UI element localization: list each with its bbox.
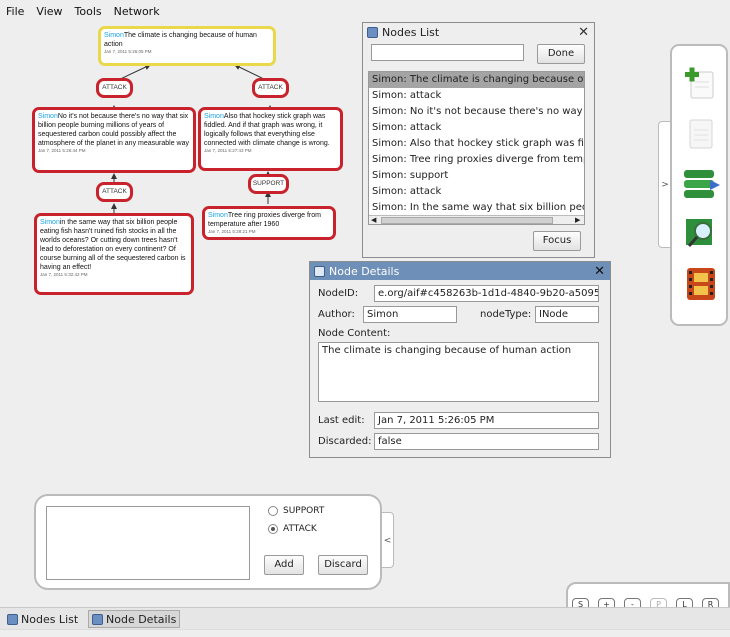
document-icon[interactable] <box>683 116 719 152</box>
menu-tools[interactable]: Tools <box>75 5 102 18</box>
list-item[interactable]: Simon: Also that hockey stick graph was … <box>369 136 584 152</box>
nodetype-label: nodeType: <box>480 309 532 320</box>
discarded-label: Discarded: <box>318 436 372 447</box>
window-title: Node Details <box>329 264 400 278</box>
horizontal-scrollbar[interactable]: ◀ ▶ <box>369 215 584 224</box>
node-content-label: Node Content: <box>318 328 391 339</box>
film-icon[interactable] <box>683 266 719 302</box>
radio-checked-icon[interactable] <box>268 524 278 534</box>
close-icon[interactable]: ✕ <box>594 264 605 279</box>
node-content-textarea[interactable]: The climate is changing because of human… <box>318 342 599 402</box>
list-item[interactable]: Simon: attack <box>369 184 584 200</box>
tool-panel <box>670 44 728 326</box>
scheme-node[interactable]: SUPPORT <box>248 174 289 194</box>
list-item[interactable]: Simon: support <box>369 168 584 184</box>
nodes-list-window: Nodes List ✕ Done Simon: The climate is … <box>362 22 595 258</box>
node-details-titlebar[interactable]: Node Details ✕ <box>310 262 610 280</box>
author-label: Author: <box>318 309 355 320</box>
nodeid-field[interactable]: e.org/aif#c458263b-1d1d-4840-9b20-a50954… <box>374 285 599 302</box>
scheme-node[interactable]: ATTACK <box>96 78 133 98</box>
last-edit-label: Last edit: <box>318 415 365 426</box>
last-edit-field[interactable]: Jan 7, 2011 5:26:05 PM <box>374 412 599 429</box>
list-item[interactable]: Simon: The climate is changing because o… <box>369 72 584 88</box>
list-item[interactable]: Simon: In the same way that six billion … <box>369 200 584 216</box>
radio-unchecked-icon[interactable] <box>268 506 278 516</box>
taskbar-node-details[interactable]: Node Details <box>88 610 181 628</box>
frame-taskbar: Nodes List Node Details <box>0 607 730 629</box>
scheme-node[interactable]: ATTACK <box>252 78 289 98</box>
menu-network[interactable]: Network <box>114 5 160 18</box>
menu-file[interactable]: File <box>6 5 24 18</box>
list-item[interactable]: Simon: No it's not because there's no wa… <box>369 104 584 120</box>
window-icon <box>367 26 378 38</box>
add-button[interactable]: Add <box>264 555 304 575</box>
nodeid-label: NodeID: <box>318 288 359 299</box>
window-icon <box>7 613 18 625</box>
window-title: Nodes List <box>382 25 440 39</box>
status-bar <box>0 629 730 637</box>
add-node-icon[interactable] <box>683 66 719 102</box>
discard-button[interactable]: Discard <box>318 555 368 575</box>
list-item[interactable]: Simon: attack <box>369 120 584 136</box>
scroll-right-icon[interactable]: ▶ <box>575 216 580 224</box>
support-radio[interactable]: SUPPORT <box>268 506 324 516</box>
nodes-listbox[interactable]: Simon: The climate is changing because o… <box>368 71 585 225</box>
nodes-list-titlebar[interactable]: Nodes List ✕ <box>363 23 594 41</box>
scrollbar-thumb[interactable] <box>381 217 553 224</box>
window-icon <box>92 613 103 625</box>
attack-radio[interactable]: ATTACK <box>268 524 317 534</box>
discarded-field[interactable]: false <box>374 433 599 450</box>
list-item[interactable]: Simon: attack <box>369 88 584 104</box>
taskbar-nodes-list[interactable]: Nodes List <box>4 610 81 628</box>
menu-view[interactable]: View <box>36 5 62 18</box>
graph-node[interactable]: SimonThe climate is changing because of … <box>98 26 276 66</box>
scroll-left-icon[interactable]: ◀ <box>371 216 376 224</box>
nodes-search-input[interactable] <box>371 44 524 61</box>
scheme-text-area[interactable] <box>46 506 250 580</box>
editor-toggle-tab[interactable]: < <box>381 512 394 568</box>
export-icon[interactable] <box>682 166 722 202</box>
window-icon <box>314 265 325 277</box>
search-icon[interactable] <box>683 216 719 252</box>
node-details-window: Node Details ✕ NodeID: e.org/aif#c458263… <box>309 261 611 458</box>
focus-button[interactable]: Focus <box>533 231 581 251</box>
done-button[interactable]: Done <box>537 44 585 64</box>
graph-node[interactable]: SimonAlso that hockey stick graph was fi… <box>198 107 343 171</box>
author-field[interactable]: Simon <box>363 306 457 323</box>
menu-bar: File View Tools Network <box>0 0 730 22</box>
graph-node[interactable]: SimonTree ring proxies diverge from temp… <box>202 206 336 240</box>
close-icon[interactable]: ✕ <box>578 25 589 40</box>
list-item[interactable]: Simon: Tree ring proxies diverge from te… <box>369 152 584 168</box>
scheme-editor-panel: SUPPORT ATTACK Add Discard <box>34 494 382 590</box>
graph-node[interactable]: Simonin the same way that six billion pe… <box>34 213 194 295</box>
nodetype-field[interactable]: INode <box>535 306 599 323</box>
graph-node[interactable]: SimonNo it's not because there's no way … <box>32 107 196 173</box>
scheme-node[interactable]: ATTACK <box>96 182 133 202</box>
